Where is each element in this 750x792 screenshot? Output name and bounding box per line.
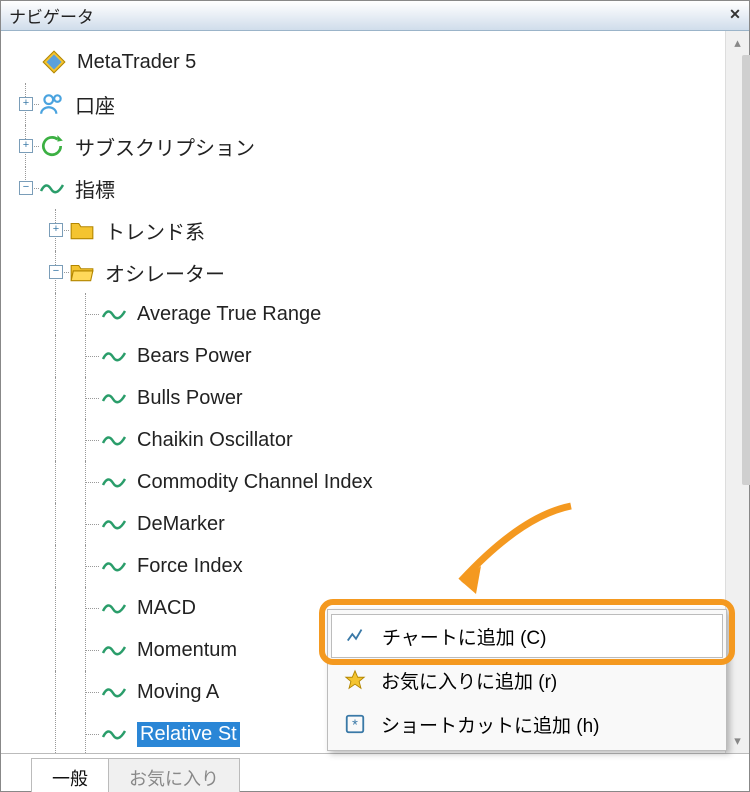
expander-minus[interactable]: − — [19, 181, 33, 195]
tree-label: Moving A — [137, 681, 219, 704]
tree-oscillator-item[interactable]: Bulls Power — [11, 377, 725, 419]
tab-favorites[interactable]: お気に入り — [108, 758, 240, 792]
tree-label: Momentum — [137, 639, 237, 662]
menu-label: ショートカットに追加 (h) — [381, 711, 600, 738]
tree-label: トレンド系 — [105, 216, 205, 245]
titlebar: ナビゲータ ✕ — [1, 1, 749, 31]
indicator-icon — [101, 721, 127, 747]
indicator-icon — [101, 301, 127, 327]
indicator-icon — [101, 469, 127, 495]
tree-label: DeMarker — [137, 513, 225, 536]
scroll-up-button[interactable]: ▴ — [726, 31, 750, 55]
menu-label: お気に入りに追加 (r) — [381, 667, 557, 694]
tree-root[interactable]: MetaTrader 5 — [11, 41, 725, 83]
chart-line-icon — [342, 625, 370, 647]
tree-label: Bears Power — [137, 345, 252, 368]
indicator-icon — [101, 679, 127, 705]
indicator-icon — [101, 595, 127, 621]
tree-oscillator-item[interactable]: Commodity Channel Index — [11, 461, 725, 503]
tree-label: 指標 — [75, 174, 115, 203]
tree-oscillator-item[interactable]: Force Index — [11, 545, 725, 587]
tree-label: MetaTrader 5 — [77, 51, 196, 74]
tree-oscillator-item[interactable]: Chaikin Oscillator — [11, 419, 725, 461]
indicator-icon — [101, 637, 127, 663]
window-title: ナビゲータ — [9, 3, 725, 28]
tree-trend-folder[interactable]: + トレンド系 — [11, 209, 725, 251]
menu-add-shortcut[interactable]: * ショートカットに追加 (h) — [331, 702, 723, 746]
indicator-icon — [101, 511, 127, 537]
indicator-icon — [39, 175, 65, 201]
vertical-scrollbar[interactable]: ▴ ▾ — [725, 31, 749, 753]
indicator-icon — [101, 427, 127, 453]
tree-label: オシレーター — [105, 258, 225, 287]
tree-accounts[interactable]: + 口座 — [11, 83, 725, 125]
folder-open-icon — [69, 259, 95, 285]
scroll-thumb[interactable] — [742, 55, 750, 485]
tree-label: Commodity Channel Index — [137, 471, 373, 494]
menu-add-to-chart[interactable]: チャートに追加 (C) — [331, 614, 723, 658]
tree-label: Force Index — [137, 555, 243, 578]
refresh-icon — [39, 133, 65, 159]
folder-icon — [69, 217, 95, 243]
expander-plus[interactable]: + — [49, 223, 63, 237]
scroll-down-button[interactable]: ▾ — [726, 729, 750, 753]
tree-oscillators-folder[interactable]: − オシレーター — [11, 251, 725, 293]
menu-label: チャートに追加 (C) — [382, 623, 546, 650]
tab-general[interactable]: 一般 — [31, 758, 109, 792]
tree-label: サブスクリプション — [75, 132, 255, 161]
tree-oscillator-item[interactable]: Bears Power — [11, 335, 725, 377]
accounts-icon — [39, 91, 65, 117]
tree-label: Chaikin Oscillator — [137, 429, 293, 452]
expander-plus[interactable]: + — [19, 97, 33, 111]
asterisk-icon: * — [341, 713, 369, 735]
menu-add-to-favorites[interactable]: お気に入りに追加 (r) — [331, 658, 723, 702]
close-button[interactable]: ✕ — [725, 6, 745, 26]
tree-subscription[interactable]: + サブスクリプション — [11, 125, 725, 167]
tree-label: 口座 — [75, 90, 115, 119]
indicator-icon — [101, 385, 127, 411]
tree-label: Average True Range — [137, 303, 321, 326]
star-icon — [341, 669, 369, 691]
expander-plus[interactable]: + — [19, 139, 33, 153]
tree-oscillator-item[interactable]: DeMarker — [11, 503, 725, 545]
svg-text:*: * — [352, 718, 358, 734]
indicator-icon — [101, 343, 127, 369]
tree-oscillator-item[interactable]: Average True Range — [11, 293, 725, 335]
indicator-icon — [101, 553, 127, 579]
context-menu: チャートに追加 (C) お気に入りに追加 (r) * ショートカットに追加 (h… — [327, 609, 727, 751]
tab-bar: 一般 お気に入り — [1, 753, 749, 791]
tree-label: Bulls Power — [137, 387, 243, 410]
tree-indicators[interactable]: − 指標 — [11, 167, 725, 209]
mt5-icon — [41, 49, 67, 75]
tree-label: Relative St — [137, 722, 240, 747]
tree-label: MACD — [137, 597, 196, 620]
expander-minus[interactable]: − — [49, 265, 63, 279]
